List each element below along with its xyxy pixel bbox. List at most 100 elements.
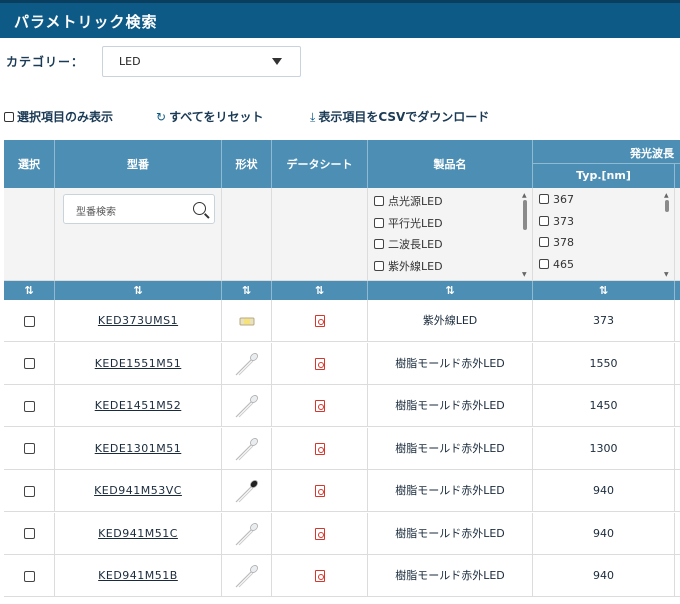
row-checkbox[interactable]	[23, 443, 35, 454]
wavelength-filter-option[interactable]: 367	[539, 193, 574, 215]
model-link[interactable]: KED373UMS1	[98, 314, 178, 327]
model-search-input[interactable]: 型番検索	[63, 194, 215, 224]
show-selected-toggle[interactable]: 選択項目のみ表示	[4, 108, 113, 125]
pdf-icon[interactable]	[314, 442, 325, 455]
datasheet-cell	[272, 470, 368, 512]
pdf-icon[interactable]	[314, 485, 325, 497]
sort-shape-button[interactable]: ⇅	[222, 281, 272, 300]
header-product-label: 製品名	[433, 158, 467, 171]
product-filter-option[interactable]: 平行光LED	[374, 215, 443, 237]
model-link[interactable]: KEDE1551M51	[95, 357, 182, 370]
header-datasheet: データシート	[272, 140, 368, 188]
header-model-label: 型番	[127, 158, 149, 171]
shape-cell	[222, 470, 272, 512]
row-checkbox[interactable]	[23, 315, 35, 327]
sort-wavelength-button[interactable]: ⇅	[533, 281, 675, 300]
category-selected-value: LED	[119, 55, 141, 68]
header-product-name: 製品名	[368, 140, 533, 188]
scroll-thumb[interactable]	[665, 200, 669, 212]
row-checkbox[interactable]	[23, 570, 35, 582]
sort-product-button[interactable]: ⇅	[368, 281, 533, 300]
model-link[interactable]: KEDE1451M52	[95, 399, 182, 412]
wavelength-filter-list[interactable]: 367 373 378 465 ▲ ▼	[533, 188, 675, 281]
download-csv-button[interactable]: ⤓ 表示項目をCSVでダウンロード	[310, 108, 489, 125]
shape-cell	[222, 555, 272, 597]
select-cell	[4, 470, 55, 512]
wavelength-cell: 940	[533, 555, 675, 597]
datasheet-cell	[272, 300, 368, 342]
product-filter-option[interactable]: 点光源LED	[374, 193, 443, 215]
pdf-icon[interactable]	[314, 357, 325, 370]
checkbox-icon[interactable]	[374, 260, 384, 271]
category-select[interactable]: LED	[102, 46, 301, 77]
wavelength-value: 1550	[589, 356, 618, 370]
pdf-icon[interactable]	[314, 400, 325, 412]
shape-cell	[222, 427, 272, 470]
scroll-down-icon[interactable]: ▼	[522, 271, 527, 278]
wavelength-value: 373	[593, 314, 614, 327]
sort-model-button[interactable]: ⇅	[55, 281, 222, 300]
table-row: KEDE1301M51 樹脂モールド赤外LED 1300	[4, 427, 680, 470]
wavelength-filter-option[interactable]: 465	[539, 258, 574, 280]
row-checkbox[interactable]	[23, 400, 35, 412]
sort-datasheet-button[interactable]: ⇅	[272, 281, 368, 300]
reset-all-button[interactable]: ↻ すべてをリセット	[156, 108, 264, 125]
product-name-cell: 紫外線LED	[368, 300, 533, 342]
model-link[interactable]: KEDE1301M51	[95, 442, 182, 455]
results-table: 選択 型番 形状 データシート 製品名 発光波長 Typ.[nm] 型番検索 点…	[4, 140, 680, 604]
checkbox-icon[interactable]	[539, 215, 549, 226]
wavelength-value: 1450	[589, 399, 618, 412]
model-cell: KED941M53VC	[55, 470, 222, 512]
model-link[interactable]: KED941M51C	[98, 527, 178, 540]
product-name-cell: 樹脂モールド赤外LED	[368, 555, 533, 597]
table-row: KED941M51C 樹脂モールド赤外LED 940	[4, 512, 680, 555]
header-shape: 形状	[222, 140, 272, 188]
header-wavelength: 発光波長	[533, 140, 680, 164]
model-search-placeholder: 型番検索	[76, 207, 116, 218]
wavelength-cell: 940	[533, 512, 675, 555]
pdf-icon[interactable]	[314, 315, 325, 327]
model-link[interactable]: KED941M51B	[98, 569, 178, 582]
checkbox-icon[interactable]	[374, 196, 384, 206]
wavelength-filter-option[interactable]: 373	[539, 215, 574, 237]
header-wavelength-label: 発光波長	[630, 147, 674, 160]
product-name: 紫外線LED	[422, 314, 478, 327]
select-cell	[4, 427, 55, 470]
wavelength-filter-scrollbar[interactable]: ▲ ▼	[664, 192, 670, 278]
product-name-cell: 樹脂モールド赤外LED	[368, 470, 533, 512]
wavelength-cell: 940	[533, 470, 675, 512]
product-filter-option[interactable]: 二波長LED	[374, 236, 443, 258]
row-checkbox[interactable]	[23, 358, 35, 369]
scroll-up-icon[interactable]: ▲	[664, 192, 669, 199]
wavelength-filter-option[interactable]: 378	[539, 236, 574, 258]
model-cell: KEDE1301M51	[55, 427, 222, 470]
checkbox-icon[interactable]	[4, 112, 14, 122]
checkbox-icon[interactable]	[539, 258, 549, 269]
scroll-up-icon[interactable]: ▲	[522, 192, 527, 199]
category-label: カテゴリー：	[6, 55, 85, 69]
checkbox-icon[interactable]	[539, 194, 549, 204]
filter-cell-shape	[222, 188, 272, 281]
product-filter-scrollbar[interactable]: ▲ ▼	[522, 192, 528, 278]
row-checkbox[interactable]	[23, 485, 35, 497]
pdf-icon[interactable]	[314, 570, 325, 582]
checkbox-icon[interactable]	[374, 239, 384, 249]
product-filter-list[interactable]: 点光源LED 平行光LED 二波長LED 紫外線LED ▲ ▼	[368, 188, 533, 281]
search-icon[interactable]	[193, 202, 206, 215]
wavelength-cell: 1450	[533, 385, 675, 427]
product-name-cell: 樹脂モールド赤外LED	[368, 385, 533, 427]
checkbox-icon[interactable]	[539, 237, 549, 247]
checkbox-icon[interactable]	[374, 217, 384, 228]
download-icon: ⤓	[310, 110, 316, 124]
row-checkbox[interactable]	[23, 528, 35, 539]
wavelength-filter-option-label: 378	[553, 236, 574, 249]
scroll-thumb[interactable]	[523, 200, 527, 230]
wavelength-value: 940	[593, 526, 614, 540]
lead-led-icon	[234, 521, 260, 547]
scroll-down-icon[interactable]: ▼	[664, 271, 669, 278]
product-filter-option[interactable]: 紫外線LED	[374, 258, 443, 280]
pdf-icon[interactable]	[314, 527, 325, 540]
sort-select-button[interactable]: ⇅	[4, 281, 55, 300]
model-link[interactable]: KED941M53VC	[94, 484, 182, 497]
filter-cell-datasheet	[272, 188, 368, 281]
